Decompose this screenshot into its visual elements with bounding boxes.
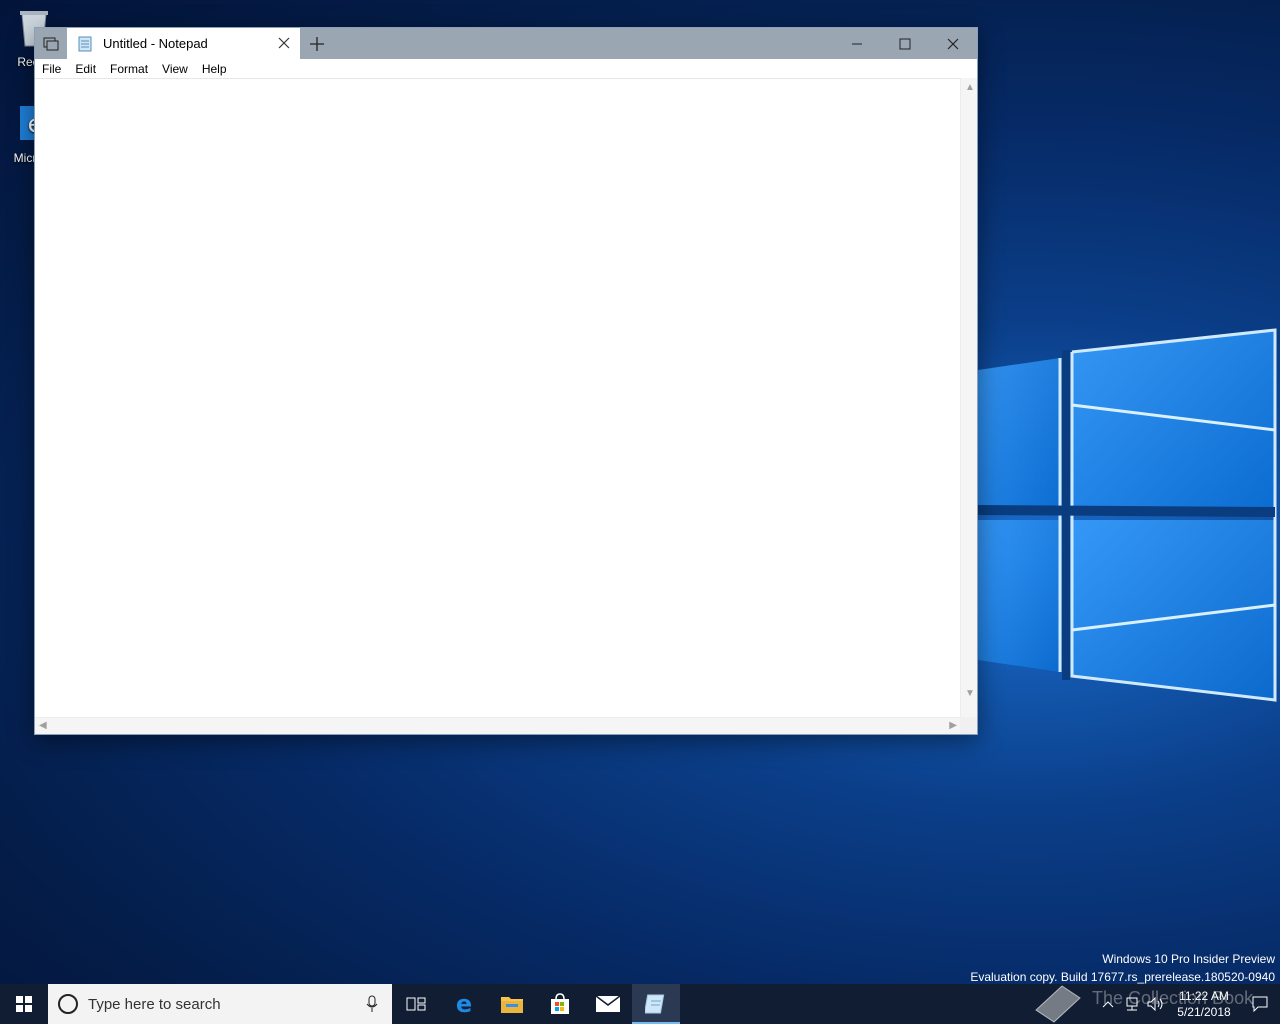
taskbar-mail[interactable]: [584, 984, 632, 1024]
task-view-button[interactable]: [392, 984, 440, 1024]
task-view-icon: [406, 997, 426, 1011]
title-bar[interactable]: Untitled - Notepad: [35, 28, 977, 59]
scroll-left-icon[interactable]: ◀: [39, 720, 47, 731]
close-icon: [947, 38, 959, 49]
edge-icon: e: [456, 992, 472, 1016]
taskbar-file-explorer[interactable]: [488, 984, 536, 1024]
text-editor[interactable]: [35, 78, 961, 719]
new-tab-button[interactable]: [300, 28, 334, 59]
scroll-down-icon[interactable]: ▼: [965, 688, 975, 699]
svg-text:e: e: [456, 992, 472, 1016]
close-button[interactable]: [929, 28, 977, 59]
scroll-right-icon[interactable]: ▶: [949, 720, 957, 731]
minimize-icon: [852, 43, 862, 44]
evaluation-watermark: Windows 10 Pro Insider Preview Evaluatio…: [970, 950, 1275, 986]
notification-icon: [1252, 996, 1268, 1012]
tab-notepad[interactable]: Untitled - Notepad: [67, 28, 300, 59]
set-aside-tabs-button[interactable]: [35, 28, 67, 59]
minimize-button[interactable]: [833, 28, 881, 59]
tab-close-button[interactable]: [276, 35, 292, 51]
notepad-icon: [78, 36, 92, 51]
search-placeholder: Type here to search: [88, 995, 221, 1013]
search-box[interactable]: Type here to search: [48, 984, 392, 1024]
start-button[interactable]: [0, 984, 48, 1024]
overlay-text: The Collection Book: [1092, 988, 1254, 1008]
taskbar-store[interactable]: [536, 984, 584, 1024]
vertical-scrollbar[interactable]: ▲ ▼: [960, 78, 977, 719]
book-logo-icon: [1035, 985, 1081, 1023]
mail-icon: [595, 995, 621, 1012]
horizontal-scrollbar[interactable]: ◀ ▶: [35, 717, 961, 734]
taskbar: Type here to search e 11:22 AM 5/21/2018: [0, 984, 1280, 1024]
menu-file[interactable]: File: [35, 62, 68, 76]
notepad-icon: [645, 994, 665, 1014]
windows-start-icon: [16, 996, 32, 1012]
menu-help[interactable]: Help: [195, 62, 234, 76]
scroll-up-icon[interactable]: ▲: [965, 82, 975, 93]
taskbar-notepad[interactable]: [632, 984, 680, 1024]
menu-view[interactable]: View: [155, 62, 195, 76]
plus-icon: [310, 36, 324, 51]
folder-icon: [501, 997, 523, 1013]
taskbar-edge[interactable]: e: [440, 984, 488, 1024]
store-icon: [551, 993, 569, 1014]
tab-title: Untitled - Notepad: [103, 36, 208, 51]
notepad-window[interactable]: Untitled - Notepad File Edit Format View…: [34, 27, 978, 735]
menu-format[interactable]: Format: [103, 62, 155, 76]
maximize-icon: [899, 38, 911, 49]
cortana-icon: [58, 994, 78, 1014]
close-icon: [278, 37, 290, 49]
resize-grip[interactable]: [960, 717, 977, 734]
maximize-button[interactable]: [881, 28, 929, 59]
microphone-icon[interactable]: [366, 995, 378, 1013]
menu-bar: File Edit Format View Help: [35, 59, 977, 78]
menu-edit[interactable]: Edit: [68, 62, 103, 76]
tabs-icon: [43, 37, 59, 50]
watermark-line-1: Windows 10 Pro Insider Preview: [1102, 952, 1275, 966]
